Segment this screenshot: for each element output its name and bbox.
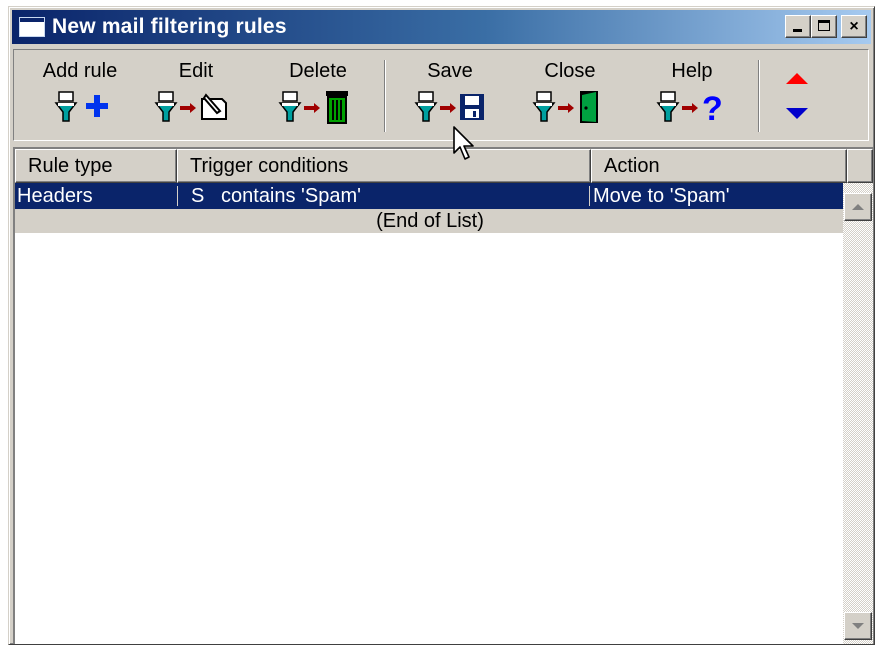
column-divider — [589, 186, 590, 206]
scroll-down-button[interactable] — [844, 612, 872, 640]
column-divider — [177, 186, 178, 206]
help-label: Help — [671, 60, 713, 82]
close-window-button[interactable]: × — [841, 15, 867, 38]
column-header-action[interactable]: Action — [591, 149, 847, 183]
edit-button[interactable]: Edit — [146, 50, 246, 138]
filter-help-icon: ? — [640, 89, 744, 128]
mail-window-icon — [19, 17, 45, 37]
title-bar[interactable]: New mail filtering rules × — [12, 10, 871, 44]
filter-plus-icon — [26, 89, 134, 125]
window-title: New mail filtering rules — [52, 15, 287, 38]
list-header: Rule type Trigger conditions Action — [15, 149, 873, 183]
mouse-cursor-icon — [453, 126, 474, 160]
filter-floppy-icon — [398, 89, 502, 125]
table-row[interactable]: Headers S contains 'Spam' Move to 'Spam' — [15, 183, 845, 209]
scroll-up-icon — [852, 204, 864, 210]
close-icon: × — [849, 18, 859, 35]
end-of-list-marker: (End of List) — [15, 209, 845, 233]
rules-list[interactable]: Rule type Trigger conditions Action Head… — [13, 147, 873, 644]
scroll-up-button[interactable] — [844, 193, 872, 221]
delete-label: Delete — [289, 60, 347, 82]
close-button[interactable]: Close — [518, 50, 622, 138]
vertical-scrollbar[interactable] — [843, 183, 873, 644]
filter-edit-icon — [146, 89, 246, 125]
filter-rules-window: New mail filtering rules × Add rule Edit… — [8, 6, 875, 645]
maximize-icon — [818, 20, 830, 31]
close-label: Close — [544, 60, 596, 82]
save-label: Save — [427, 60, 473, 82]
move-up-button[interactable] — [782, 68, 812, 90]
toolbar-separator — [384, 60, 386, 132]
cell-action: Move to 'Spam' — [593, 185, 730, 207]
filter-door-icon — [518, 89, 622, 125]
move-down-button[interactable] — [782, 102, 812, 124]
column-header-trigger-conditions[interactable]: Trigger conditions — [177, 149, 591, 183]
svg-text:?: ? — [702, 90, 723, 125]
scroll-down-icon — [852, 623, 864, 629]
cell-rule-type: Headers — [17, 185, 93, 207]
red-up-arrow-icon — [786, 73, 808, 84]
column-header-filler — [847, 149, 873, 183]
help-button[interactable]: Help ? — [640, 50, 744, 138]
add-rule-button[interactable]: Add rule — [26, 50, 134, 138]
edit-label: Edit — [178, 60, 214, 82]
minimize-icon — [793, 29, 802, 32]
column-header-rule-type[interactable]: Rule type — [15, 149, 177, 183]
toolbar-separator — [758, 60, 760, 132]
save-button[interactable]: Save — [398, 50, 502, 138]
blue-down-arrow-icon — [786, 108, 808, 119]
filter-trash-icon — [264, 89, 372, 125]
toolbar: Add rule Edit Delete Save Close Help ? — [13, 49, 869, 141]
maximize-button[interactable] — [811, 15, 837, 38]
cell-trigger-conditions: S contains 'Spam' — [191, 185, 361, 207]
delete-button[interactable]: Delete — [264, 50, 372, 138]
minimize-button[interactable] — [785, 15, 811, 38]
add-rule-label: Add rule — [42, 60, 118, 82]
